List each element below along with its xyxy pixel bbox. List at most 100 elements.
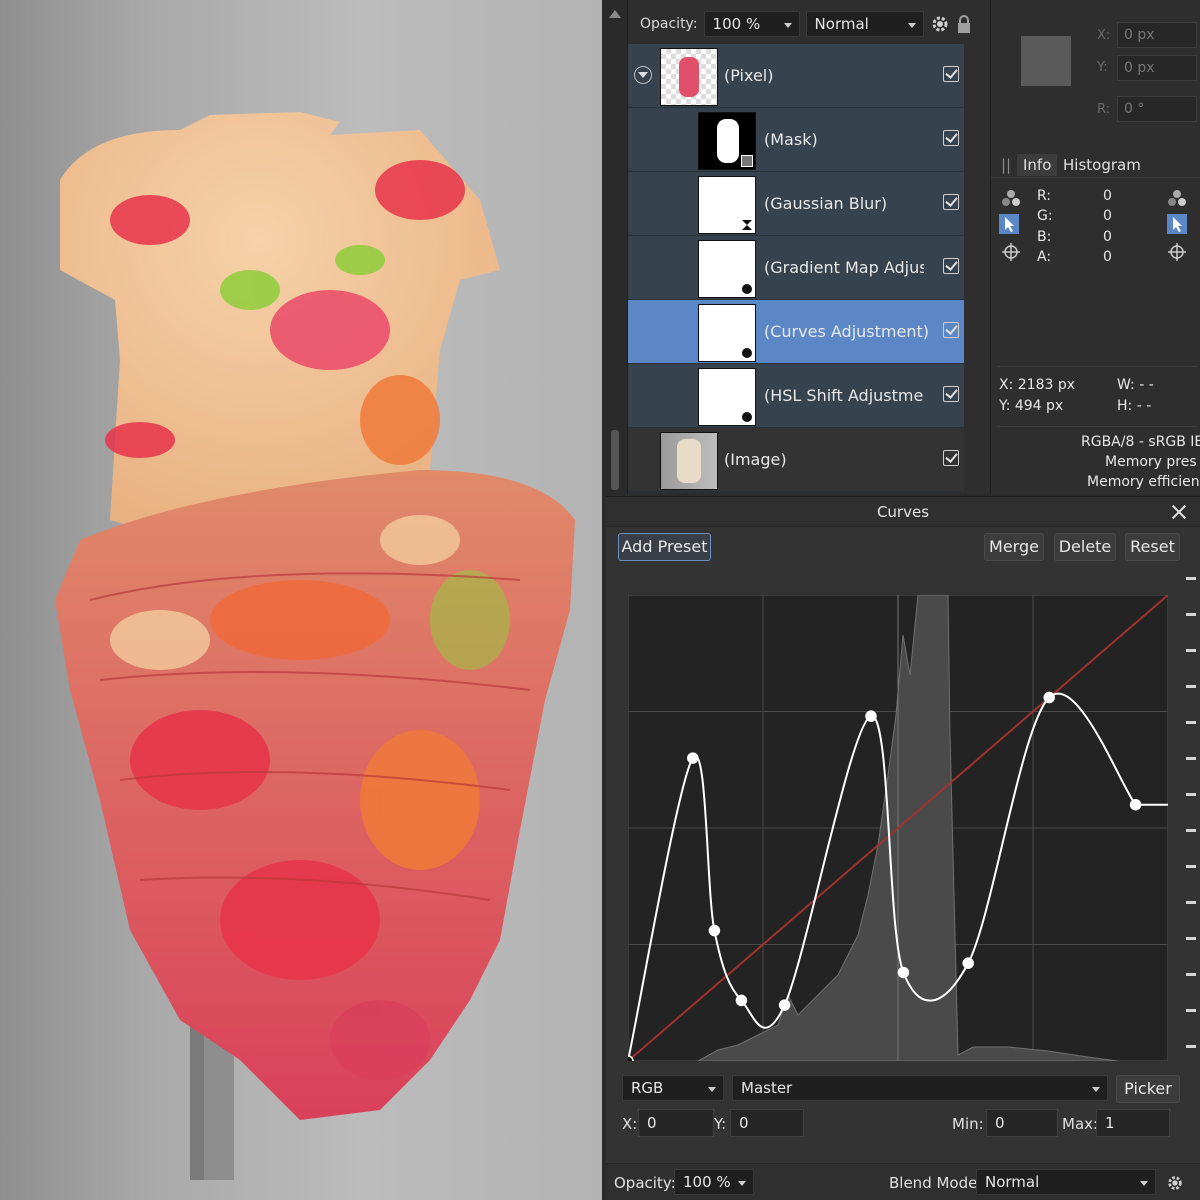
layer-row-curves[interactable]: (Curves Adjustment) — [628, 300, 964, 364]
x-position-field[interactable]: 0 px — [1117, 22, 1197, 48]
layer-visibility-checkbox[interactable] — [943, 450, 959, 466]
x-value-field[interactable]: 0 — [638, 1109, 714, 1137]
layer-visibility-checkbox[interactable] — [943, 386, 959, 402]
curve-control-point[interactable] — [897, 966, 910, 979]
footer-opacity-dropdown[interactable]: 100 % — [674, 1169, 754, 1195]
min-field[interactable]: 0 — [986, 1109, 1058, 1137]
adjustment-icon — [741, 411, 753, 423]
expand-group-icon[interactable] — [634, 66, 652, 84]
curves-dialog: Curves Add Preset Merge Delete Reset RGB… — [606, 496, 1200, 1200]
document-canvas[interactable] — [0, 0, 602, 1200]
curve-control-point[interactable] — [962, 957, 974, 969]
channel-r-value: 0 — [1103, 188, 1112, 204]
layer-thumbnail — [660, 48, 718, 106]
layer-visibility-checkbox[interactable] — [943, 130, 959, 146]
channel-g-label: G: — [1037, 208, 1053, 224]
crosshair-icon[interactable] — [1167, 242, 1187, 262]
cursor-x-readout: X: 2183 px — [999, 377, 1076, 393]
footer-blend-value: Normal — [985, 1173, 1040, 1191]
layer-row-pixel[interactable]: (Pixel) — [628, 44, 964, 108]
channel-b-label: B: — [1037, 229, 1052, 245]
memory-pressure-text: Memory pres — [1105, 454, 1197, 470]
y-position-field[interactable]: 0 px — [1117, 55, 1197, 81]
channel-mode-value: RGB — [631, 1079, 664, 1097]
layer-name: (Curves Adjustment) — [764, 322, 929, 341]
layer-row-hsl-shift[interactable]: (HSL Shift Adjustment — [628, 364, 964, 428]
curve-control-point[interactable] — [1043, 691, 1055, 704]
lock-icon[interactable] — [956, 14, 972, 34]
info-panel: || Info Histogram R: 0 G: 0 B: 0 A: 0 X:… — [990, 146, 1200, 494]
layer-row-image[interactable]: (Image) — [628, 428, 964, 492]
y-value-field[interactable]: 0 — [730, 1109, 804, 1137]
layer-blend-dropdown[interactable]: Normal — [805, 11, 924, 37]
merge-button[interactable]: Merge — [984, 533, 1044, 561]
channel-value: Master — [741, 1079, 793, 1097]
layer-visibility-checkbox[interactable] — [943, 194, 959, 210]
layer-row-gaussian-blur[interactable]: (Gaussian Blur) — [628, 172, 964, 236]
channel-b-value: 0 — [1103, 229, 1112, 245]
statue-drapery — [55, 470, 575, 1120]
channel-mode-dropdown[interactable]: RGB — [622, 1075, 724, 1101]
curve-control-point[interactable] — [1129, 798, 1142, 811]
picker-button[interactable]: Picker — [1116, 1075, 1180, 1103]
layer-row-gradient-map[interactable]: (Gradient Map Adjusti — [628, 236, 964, 300]
max-label: Max: — [1062, 1115, 1099, 1133]
layer-name: (Image) — [724, 450, 787, 469]
y-position-value: 0 px — [1124, 60, 1155, 76]
chevron-down-icon — [708, 1087, 716, 1092]
curve-control-point[interactable] — [865, 710, 877, 722]
anchor-selector[interactable] — [1021, 36, 1071, 86]
layer-visibility-checkbox[interactable] — [943, 258, 959, 274]
tab-info[interactable]: Info — [1017, 154, 1058, 176]
layer-thumbnail — [698, 112, 756, 170]
channel-r-label: R: — [1037, 188, 1052, 204]
curve-control-point[interactable] — [735, 994, 748, 1007]
footer-blend-dropdown[interactable]: Normal — [976, 1169, 1156, 1195]
layers-panel: Opacity: 100 % Normal (Pixel) (Mask) (Ga… — [602, 0, 990, 494]
scroll-up-icon[interactable] — [609, 10, 621, 18]
add-preset-button[interactable]: Add Preset — [618, 533, 711, 561]
reset-button[interactable]: Reset — [1125, 533, 1180, 561]
layer-name: (Pixel) — [724, 66, 774, 85]
color-sample-icon[interactable] — [1001, 188, 1021, 208]
close-icon[interactable] — [1170, 503, 1188, 521]
curves-graph[interactable] — [628, 595, 1168, 1061]
layer-name: (Gaussian Blur) — [764, 194, 888, 213]
max-value: 1 — [1105, 1114, 1115, 1132]
pointer-icon[interactable] — [1167, 214, 1187, 234]
layer-visibility-checkbox[interactable] — [943, 322, 959, 338]
gear-icon[interactable] — [930, 14, 950, 34]
x-value: 0 — [647, 1114, 657, 1132]
transform-panel: X: 0 px Y: 0 px R: 0 ° — [990, 0, 1200, 146]
panel-grip-icon[interactable]: || — [995, 154, 1017, 176]
curves-title: Curves — [606, 497, 1200, 527]
delete-button[interactable]: Delete — [1054, 533, 1116, 561]
curve-control-point[interactable] — [687, 752, 699, 764]
crosshair-icon[interactable] — [1001, 242, 1021, 262]
layer-row-mask[interactable]: (Mask) — [628, 108, 964, 172]
scroll-thumb[interactable] — [611, 430, 619, 490]
layer-thumbnail — [698, 304, 756, 362]
rotation-field[interactable]: 0 ° — [1117, 96, 1197, 122]
rotation-label: R: — [1097, 102, 1111, 117]
curve-control-point[interactable] — [778, 999, 791, 1011]
curve-control-point[interactable] — [708, 924, 721, 937]
layer-thumbnail — [698, 240, 756, 298]
width-readout: W: - - — [1117, 377, 1154, 393]
gear-icon[interactable] — [1166, 1174, 1184, 1192]
layer-visibility-checkbox[interactable] — [943, 66, 959, 82]
x-position-value: 0 px — [1124, 27, 1155, 43]
layer-name: (Gradient Map Adjusti — [764, 258, 924, 277]
pointer-icon[interactable] — [999, 214, 1019, 234]
layers-scrollbar[interactable] — [602, 0, 628, 494]
color-sample-icon[interactable] — [1167, 188, 1187, 208]
adjustment-icon — [741, 283, 753, 295]
y-value-label: Y: — [714, 1115, 727, 1133]
tab-histogram[interactable]: Histogram — [1057, 154, 1147, 176]
hourglass-icon — [742, 220, 752, 230]
layer-opacity-dropdown[interactable]: 100 % — [703, 11, 800, 37]
max-field[interactable]: 1 — [1096, 1109, 1170, 1137]
channel-dropdown[interactable]: Master — [732, 1075, 1108, 1101]
layer-name: (HSL Shift Adjustment — [764, 386, 924, 405]
x-label: X: — [1097, 28, 1111, 43]
